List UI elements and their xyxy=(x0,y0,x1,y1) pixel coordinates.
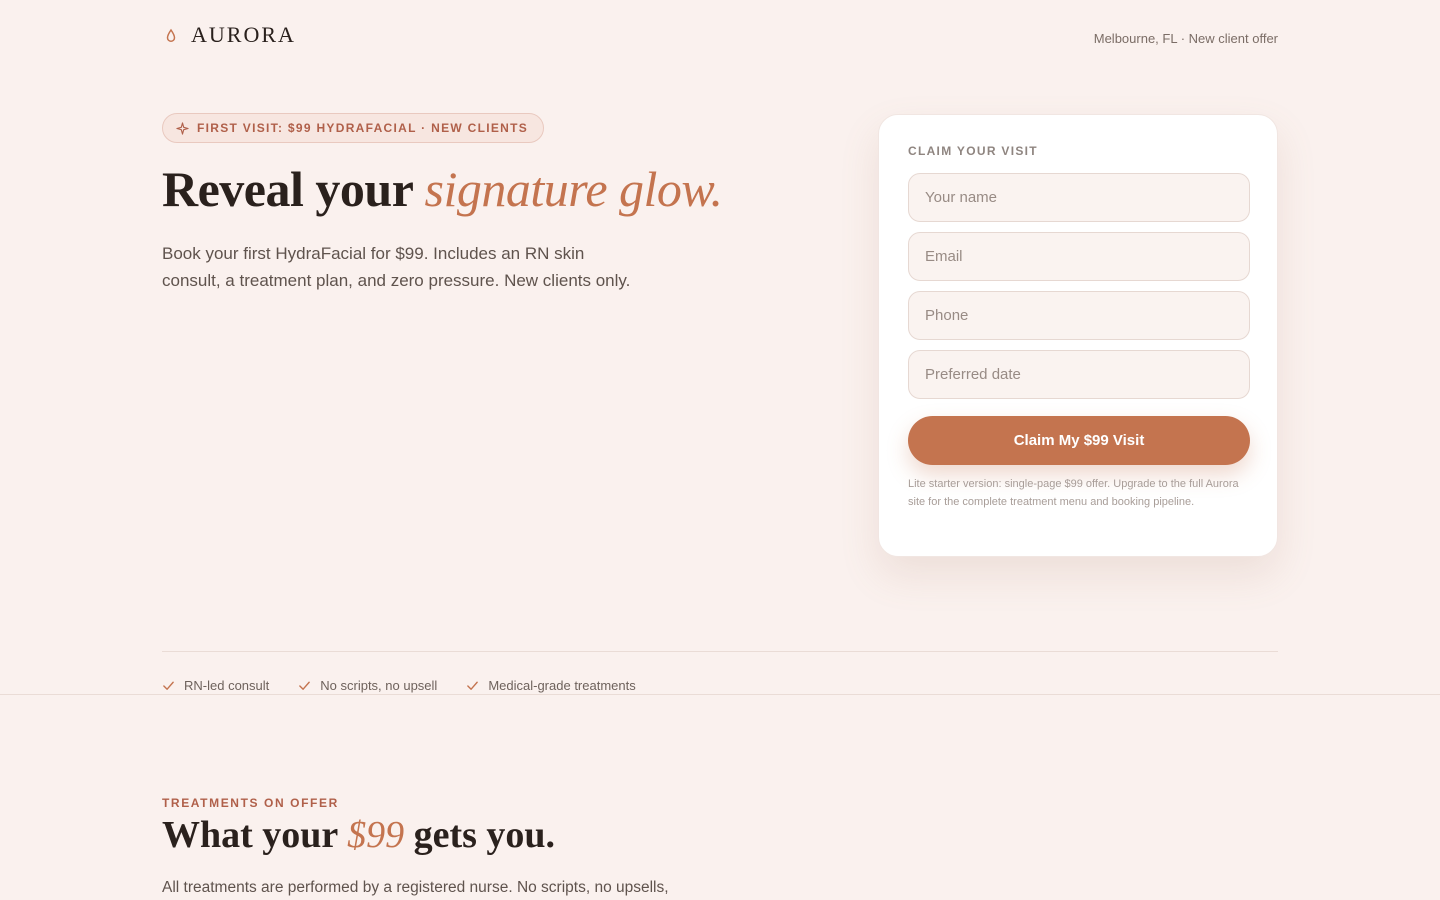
site-header: AURORA Melbourne, FL · New client offer xyxy=(162,22,1278,52)
section-subtitle: All treatments are performed by a regist… xyxy=(162,879,669,896)
check-icon xyxy=(467,681,479,690)
email-input[interactable] xyxy=(908,232,1250,281)
hero-title: Reveal your signature glow. xyxy=(162,160,723,218)
form-label: CLAIM YOUR VISIT xyxy=(908,144,1038,158)
phone-input[interactable] xyxy=(908,291,1250,340)
offer-badge: FIRST VISIT: $99 HYDRAFACIAL · NEW CLIEN… xyxy=(162,113,545,143)
hero-title-main: Reveal your xyxy=(162,161,425,217)
trust-item: No scripts, no upsell xyxy=(298,678,437,693)
trust-item: RN-led consult xyxy=(162,678,269,693)
check-icon xyxy=(299,681,311,690)
section-title-after: gets you. xyxy=(404,814,556,856)
offer-badge-text: FIRST VISIT: $99 HYDRAFACIAL · NEW CLIEN… xyxy=(197,121,529,135)
section-label: TREATMENTS ON OFFER xyxy=(162,796,339,810)
trust-item-label: No scripts, no upsell xyxy=(320,678,438,693)
droplet-icon xyxy=(166,28,176,43)
check-icon xyxy=(163,681,174,690)
divider xyxy=(162,651,1278,652)
claim-visit-form: CLAIM YOUR VISIT Claim My $99 Visit Lite… xyxy=(878,114,1278,557)
section-title: What your $99 gets you. xyxy=(162,813,555,857)
trust-item: Medical-grade treatments xyxy=(466,678,636,693)
brand-logo[interactable]: AURORA xyxy=(162,22,296,48)
trust-list: RN-led consult No scripts, no upsell Med… xyxy=(162,678,665,693)
section-divider xyxy=(0,694,1440,695)
preferred-date-input[interactable] xyxy=(908,350,1250,399)
section-title-accent: $99 xyxy=(347,814,405,856)
hero-title-accent: signature glow. xyxy=(424,161,723,217)
sparkle-icon xyxy=(176,121,189,135)
form-note: Lite starter version: single-page $99 of… xyxy=(908,478,1239,508)
brand-name: AURORA xyxy=(191,22,296,47)
trust-item-label: RN-led consult xyxy=(184,678,270,693)
location-offer-text: Melbourne, FL · New client offer xyxy=(1093,31,1278,46)
claim-visit-button[interactable]: Claim My $99 Visit xyxy=(908,416,1250,465)
name-input[interactable] xyxy=(908,173,1250,222)
hero-subtitle: Book your first HydraFacial for $99. Inc… xyxy=(162,244,631,290)
trust-item-label: Medical-grade treatments xyxy=(488,678,636,693)
section-title-before: What your xyxy=(162,814,348,856)
